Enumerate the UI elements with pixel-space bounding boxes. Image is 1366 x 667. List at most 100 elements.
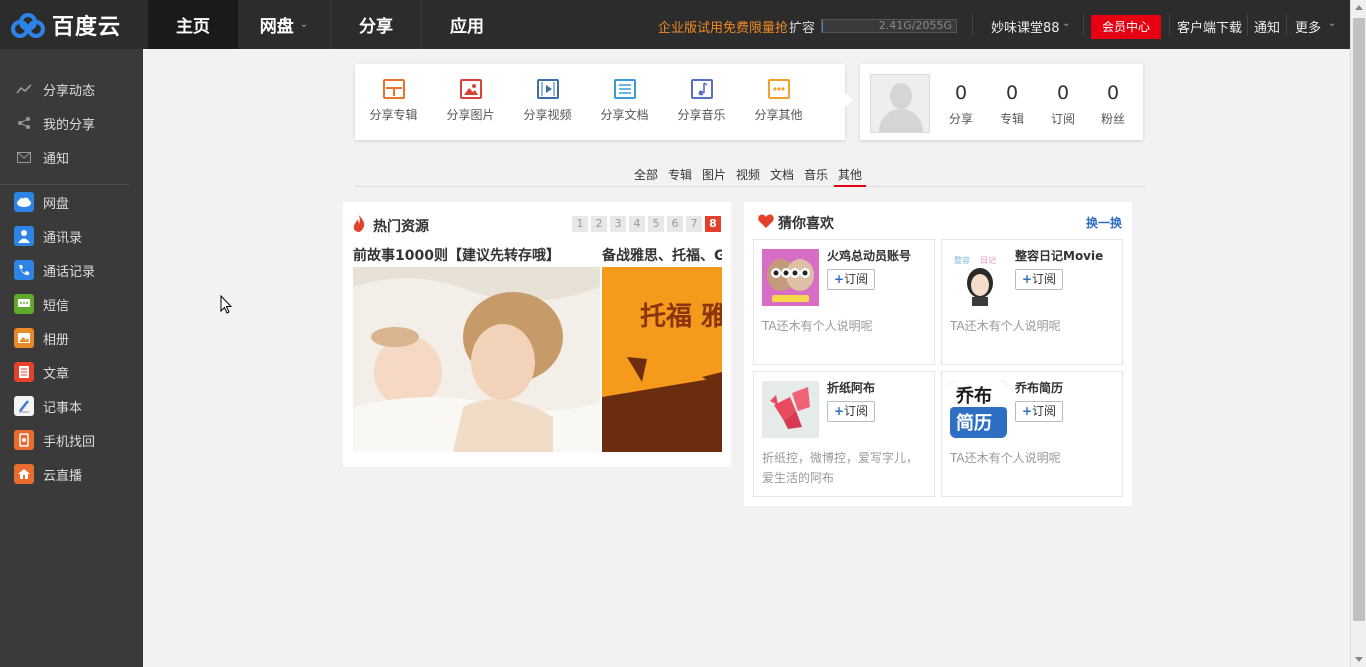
nav-home[interactable]: 主页 xyxy=(148,0,238,49)
sidebar-item-contacts[interactable]: 通讯录 xyxy=(0,219,143,253)
avatar[interactable] xyxy=(870,74,930,133)
page-button[interactable]: 2 xyxy=(591,216,607,232)
nav-apps[interactable]: 应用 xyxy=(422,0,512,49)
profile-panel: 0 分享 0 专辑 0 订阅 0 粉丝 xyxy=(860,64,1143,140)
page-button-active[interactable]: 8 xyxy=(705,216,721,232)
recommend-item[interactable]: 折纸阿布 +订阅 折纸控，微博控，爱写字儿，爱生活的阿布 xyxy=(753,371,935,497)
sidebar-item-share-activity[interactable]: 分享动态 xyxy=(0,72,143,106)
page-button[interactable]: 3 xyxy=(610,216,626,232)
page-button[interactable]: 7 xyxy=(686,216,702,232)
sidebar-item-notepad[interactable]: 记事本 xyxy=(0,389,143,423)
stat-number: 0 xyxy=(954,82,968,104)
page-button[interactable]: 4 xyxy=(629,216,645,232)
sidebar-item-live[interactable]: 云直播 xyxy=(0,457,143,491)
page-button[interactable]: 5 xyxy=(648,216,664,232)
nav-share-label: 分享 xyxy=(359,17,393,37)
scroll-up-icon[interactable] xyxy=(1355,5,1363,10)
origami-thumb[interactable] xyxy=(762,381,819,438)
username-menu[interactable]: 妙味课堂88 xyxy=(991,17,1060,36)
page-button[interactable]: 6 xyxy=(667,216,683,232)
scroll-down-icon[interactable] xyxy=(1355,657,1363,662)
plus-icon: + xyxy=(1021,404,1033,418)
share-doc-button[interactable]: 分享文档 xyxy=(586,64,663,140)
sidebar-item-label: 文章 xyxy=(43,366,70,382)
storage-quota-fill xyxy=(822,20,823,32)
top-bar: 百度云 主页 网盘 ⌄ 分享 应用 企业版试用免费限量抢 扩容 2.41G/20… xyxy=(0,0,1350,49)
sidebar-item-album[interactable]: 相册 xyxy=(0,321,143,355)
guess-you-like-card: 猜你喜欢 换一换 火鸡总动员账号 +订阅 TA还木有个人说明呢 整容 日记 整容… xyxy=(744,202,1132,506)
resume-thumb-text1: 乔布 xyxy=(955,385,992,407)
slide-banner-text: 托福 雅 xyxy=(640,302,722,332)
recommend-item[interactable]: 火鸡总动员账号 +订阅 TA还木有个人说明呢 xyxy=(753,239,935,365)
storage-quota-bar[interactable]: 2.41G/2055G xyxy=(821,19,957,33)
notepad-icon xyxy=(14,396,34,416)
more-menu[interactable]: 更多 xyxy=(1295,17,1321,36)
avatar-body xyxy=(879,109,923,132)
nav-share[interactable]: 分享 xyxy=(331,0,421,49)
slide-image-toefl-banner[interactable]: 托福 雅 xyxy=(602,267,722,452)
stat-fans[interactable]: 0 粉丝 xyxy=(1091,82,1135,127)
share-album-button[interactable]: 分享专辑 xyxy=(355,64,432,140)
sidebar-item-phone-find[interactable]: 手机找回 xyxy=(0,423,143,457)
share-video-button[interactable]: 分享视频 xyxy=(509,64,586,140)
owls-thumb[interactable] xyxy=(762,249,819,306)
music-share-icon xyxy=(690,79,713,99)
topbar-divider xyxy=(1286,14,1287,36)
subscribe-button[interactable]: +订阅 xyxy=(827,269,875,290)
share-music-button[interactable]: 分享音乐 xyxy=(663,64,740,140)
mouse-cursor-icon xyxy=(220,295,232,314)
sidebar-item-netdisk[interactable]: 网盘 xyxy=(0,185,143,219)
contacts-icon xyxy=(14,226,34,246)
share-other-button[interactable]: 分享其他 xyxy=(740,64,817,140)
share-image-button[interactable]: 分享图片 xyxy=(432,64,509,140)
slide-image-mother-baby[interactable] xyxy=(353,267,600,452)
tab-docs[interactable]: 文档 xyxy=(770,166,794,187)
nav-apps-label: 应用 xyxy=(450,17,484,37)
chevron-down-icon[interactable]: ⌄ xyxy=(1062,18,1070,29)
slide-title[interactable]: 备战雅思、托福、G xyxy=(602,245,722,265)
tab-albums[interactable]: 专辑 xyxy=(668,166,692,187)
sidebar-item-call-log[interactable]: 通话记录 xyxy=(0,253,143,287)
tab-other[interactable]: 其他 xyxy=(834,166,867,187)
sidebar-item-my-share[interactable]: 我的分享 xyxy=(0,106,143,140)
tab-music[interactable]: 音乐 xyxy=(804,166,828,187)
enterprise-trial-link[interactable]: 企业版试用免费限量抢 xyxy=(658,17,788,36)
recommend-name[interactable]: 折纸阿布 xyxy=(827,379,875,396)
recommend-item[interactable]: 乔布 简历 乔布简历 +订阅 TA还木有个人说明呢 xyxy=(941,371,1123,497)
recommend-name[interactable]: 整容日记Movie xyxy=(1015,247,1103,264)
plus-icon: + xyxy=(1021,272,1033,286)
refresh-button[interactable]: 换一换 xyxy=(1086,214,1122,231)
activity-icon xyxy=(14,79,34,99)
stat-subscriptions[interactable]: 0 订阅 xyxy=(1041,82,1085,127)
slide-title[interactable]: 前故事1000则【建议先转存哦】 xyxy=(353,245,600,265)
page-button[interactable]: 1 xyxy=(572,216,588,232)
subscribe-button[interactable]: +订阅 xyxy=(1015,401,1063,422)
hot-resources-card: 热门资源 1 2 3 4 5 6 7 8 前故事1000则【建议先转存哦】 备战… xyxy=(343,202,731,467)
client-download-link[interactable]: 客户端下载 xyxy=(1177,17,1242,36)
tab-images[interactable]: 图片 xyxy=(702,166,726,187)
tab-all[interactable]: 全部 xyxy=(634,166,658,187)
vip-center-button[interactable]: 会员中心 xyxy=(1091,15,1161,39)
resume-thumb[interactable]: 乔布 简历 xyxy=(950,381,1007,438)
stat-albums[interactable]: 0 专辑 xyxy=(990,82,1034,127)
notify-link[interactable]: 通知 xyxy=(1254,17,1280,36)
subscribe-button[interactable]: +订阅 xyxy=(1015,269,1063,290)
page-scrollbar[interactable] xyxy=(1350,0,1366,667)
stat-shares[interactable]: 0 分享 xyxy=(939,82,983,127)
sidebar-item-notify[interactable]: 通知 xyxy=(0,140,143,174)
sidebar-item-sms[interactable]: 短信 xyxy=(0,287,143,321)
tab-videos[interactable]: 视频 xyxy=(736,166,760,187)
recommend-name[interactable]: 乔布简历 xyxy=(1015,379,1063,396)
scrollbar-thumb[interactable] xyxy=(1353,18,1365,621)
sidebar-item-label: 通知 xyxy=(43,151,70,167)
sidebar-item-article[interactable]: 文章 xyxy=(0,355,143,389)
recommend-item[interactable]: 整容 日记 整容日记Movie +订阅 TA还木有个人说明呢 xyxy=(941,239,1123,365)
chevron-down-icon[interactable]: ⌄ xyxy=(1328,18,1336,29)
expand-storage-link[interactable]: 扩容 xyxy=(789,17,815,36)
recommend-name[interactable]: 火鸡总动员账号 xyxy=(827,247,911,264)
logo-text: 百度云 xyxy=(52,14,122,40)
girl-thumb[interactable]: 整容 日记 xyxy=(950,249,1007,306)
nav-netdisk[interactable]: 网盘 ⌄ xyxy=(238,0,330,49)
baidu-yun-logo[interactable]: 百度云 xyxy=(0,0,148,49)
subscribe-button[interactable]: +订阅 xyxy=(827,401,875,422)
